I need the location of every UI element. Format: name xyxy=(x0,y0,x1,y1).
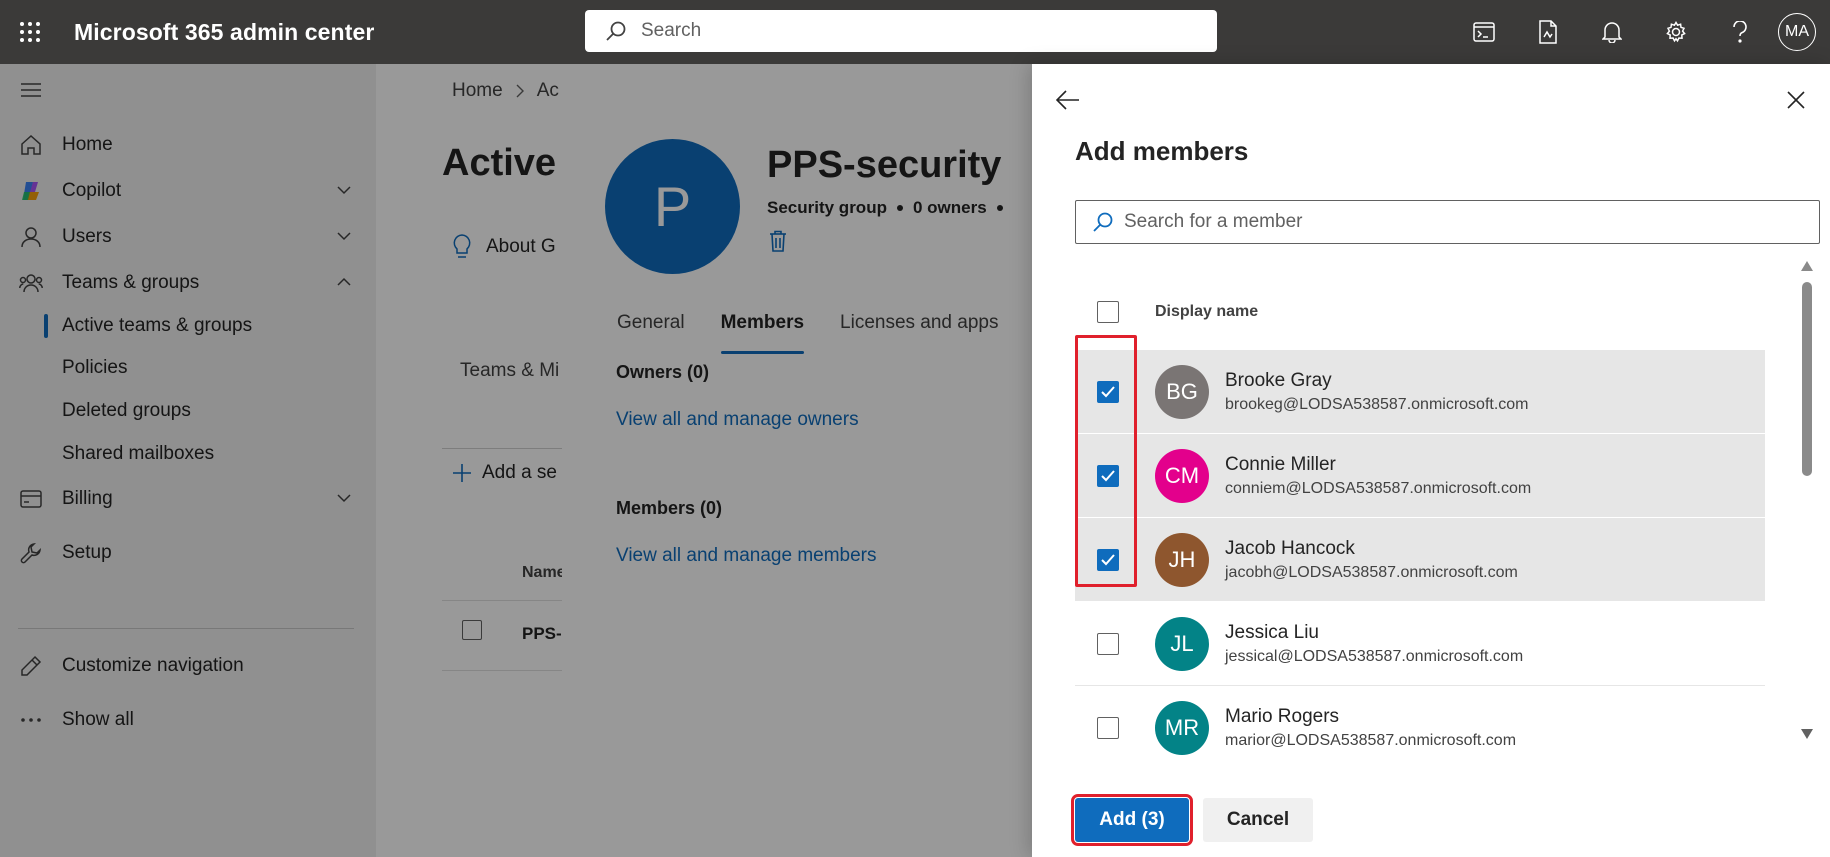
member-row[interactable]: MR Mario Rogers marior@LODSA538587.onmic… xyxy=(1075,686,1765,770)
search-icon xyxy=(606,21,626,41)
close-icon xyxy=(1787,91,1805,109)
member-row[interactable]: BG Brooke Gray brookeg@LODSA538587.onmic… xyxy=(1075,350,1765,434)
search-placeholder: Search xyxy=(641,20,702,41)
scroll-up-icon[interactable] xyxy=(1800,260,1814,272)
add-members-panel: Add members Search for a member Display … xyxy=(1032,64,1830,857)
member-email: brookeg@LODSA538587.onmicrosoft.com xyxy=(1225,395,1529,413)
app-title[interactable]: Microsoft 365 admin center xyxy=(74,19,374,46)
member-avatar: JL xyxy=(1155,616,1209,671)
app-launcher-icon[interactable] xyxy=(0,0,60,64)
top-bar: Microsoft 365 admin center Search MA xyxy=(0,0,1830,64)
global-search-input[interactable]: Search xyxy=(585,10,1217,52)
list-header: Display name xyxy=(1075,286,1765,338)
member-avatar: MR xyxy=(1155,701,1209,755)
display-name-column-header[interactable]: Display name xyxy=(1155,303,1258,321)
member-row[interactable]: CM Connie Miller conniem@LODSA538587.onm… xyxy=(1075,434,1765,518)
member-email: jacobh@LODSA538587.onmicrosoft.com xyxy=(1225,563,1518,581)
user-avatar[interactable]: MA xyxy=(1778,13,1816,51)
member-avatar: JH xyxy=(1155,532,1209,587)
member-email: jessical@LODSA538587.onmicrosoft.com xyxy=(1225,647,1524,665)
back-button[interactable] xyxy=(1052,84,1084,116)
settings-gear-icon[interactable] xyxy=(1644,0,1708,64)
overlay-backdrop xyxy=(562,64,1032,857)
member-name: Jacob Hancock xyxy=(1225,537,1355,559)
notification-bell-icon[interactable] xyxy=(1580,0,1644,64)
close-button[interactable] xyxy=(1780,84,1812,116)
member-email: conniem@LODSA538587.onmicrosoft.com xyxy=(1225,479,1532,497)
member-name: Brooke Gray xyxy=(1225,369,1332,391)
arrow-left-icon xyxy=(1056,90,1079,110)
member-row[interactable]: JL Jessica Liu jessical@LODSA538587.onmi… xyxy=(1075,602,1765,686)
search-icon xyxy=(1093,212,1113,232)
member-avatar: CM xyxy=(1155,448,1209,503)
terminal-icon[interactable] xyxy=(1452,0,1516,64)
scrollbar-thumb[interactable] xyxy=(1802,282,1812,476)
member-name: Connie Miller xyxy=(1225,453,1336,475)
scroll-down-icon[interactable] xyxy=(1800,728,1814,740)
member-list-scrollbar[interactable] xyxy=(1800,260,1814,740)
member-row[interactable]: JH Jacob Hancock jacobh@LODSA538587.onmi… xyxy=(1075,518,1765,602)
add-button[interactable]: Add (3) xyxy=(1071,794,1193,846)
member-search-placeholder: Search for a member xyxy=(1124,211,1303,232)
select-all-checkbox[interactable] xyxy=(1097,301,1119,323)
help-icon[interactable] xyxy=(1708,0,1772,64)
member-name: Mario Rogers xyxy=(1225,706,1340,727)
document-icon[interactable] xyxy=(1516,0,1580,64)
member-checkbox[interactable] xyxy=(1097,717,1119,739)
selection-highlight xyxy=(1075,335,1137,587)
member-email: marior@LODSA538587.onmicrosoft.com xyxy=(1225,732,1517,749)
cancel-button[interactable]: Cancel xyxy=(1203,798,1313,842)
member-name: Jessica Liu xyxy=(1225,621,1319,643)
panel-title: Add members xyxy=(1075,136,1249,166)
member-search-input[interactable]: Search for a member xyxy=(1075,200,1820,244)
member-avatar: BG xyxy=(1155,364,1209,419)
member-checkbox[interactable] xyxy=(1097,632,1119,655)
